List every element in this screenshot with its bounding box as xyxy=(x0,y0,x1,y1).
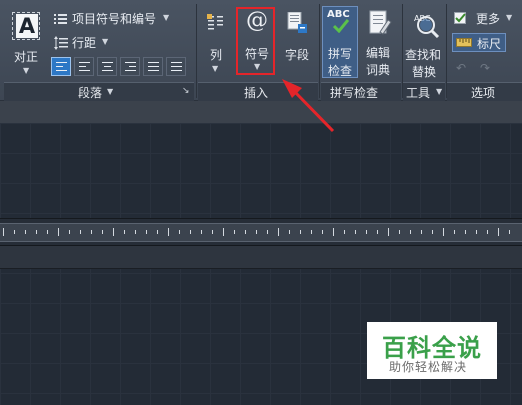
annotation-arrow xyxy=(282,79,335,133)
